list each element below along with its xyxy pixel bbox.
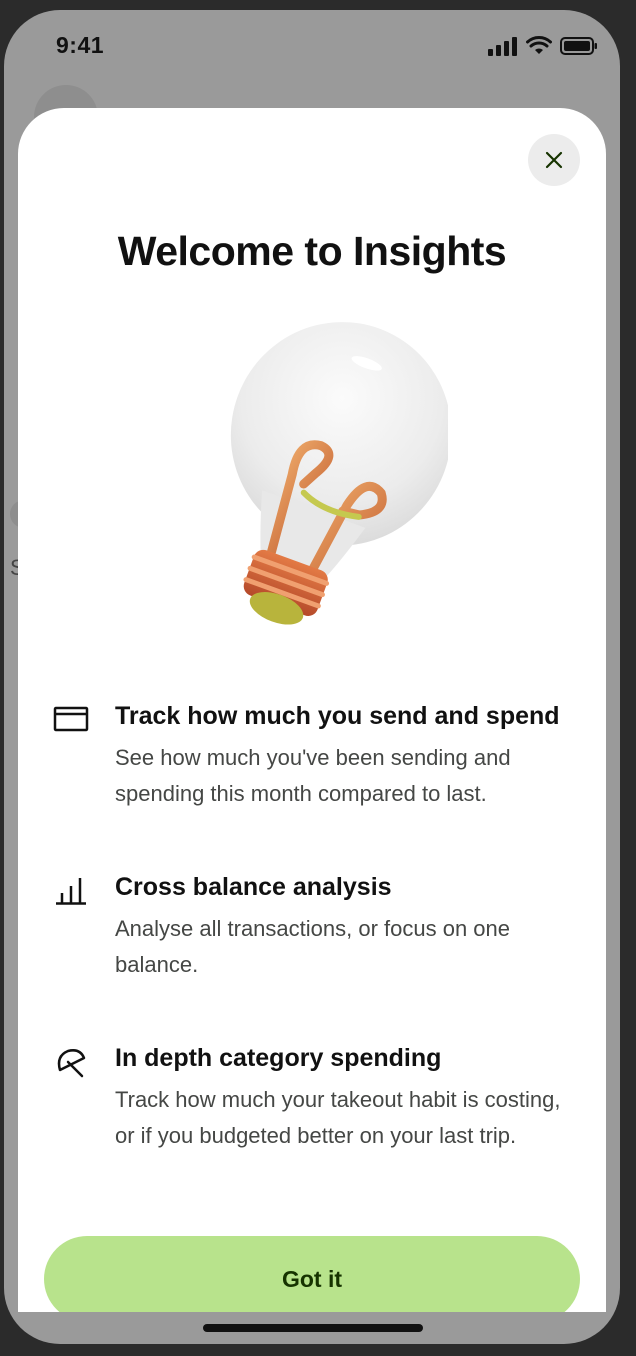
status-icons [488, 36, 598, 56]
feature-title: In depth category spending [115, 1044, 442, 1072]
close-icon [545, 151, 563, 169]
card-icon [53, 706, 89, 732]
feature-description: Analyse all transactions, or focus on on… [115, 916, 511, 977]
feature-title: Track how much you send and spend [115, 702, 560, 730]
got-it-button[interactable]: Got it [44, 1236, 580, 1312]
modal-title: Welcome to Insights [117, 228, 507, 274]
home-indicator [203, 1324, 423, 1332]
bar-chart-icon [56, 878, 86, 905]
close-button[interactable] [528, 134, 580, 186]
battery-icon [560, 37, 597, 55]
light-bulb-illustration [230, 322, 448, 625]
insights-modal: Welcome to Insights Track how much you s… [18, 108, 606, 1312]
feature-description: See how much you've been sending and spe… [115, 745, 511, 806]
wifi-icon [526, 36, 552, 54]
phone-frame: 9:41 S Welcome to Insights [4, 10, 620, 1344]
signal-icon [488, 37, 517, 56]
status-time: 9:41 [56, 32, 105, 58]
umbrella-icon [57, 1049, 86, 1078]
feature-title: Cross balance analysis [115, 873, 392, 901]
feature-description: Track how much your takeout habit is cos… [115, 1087, 561, 1148]
